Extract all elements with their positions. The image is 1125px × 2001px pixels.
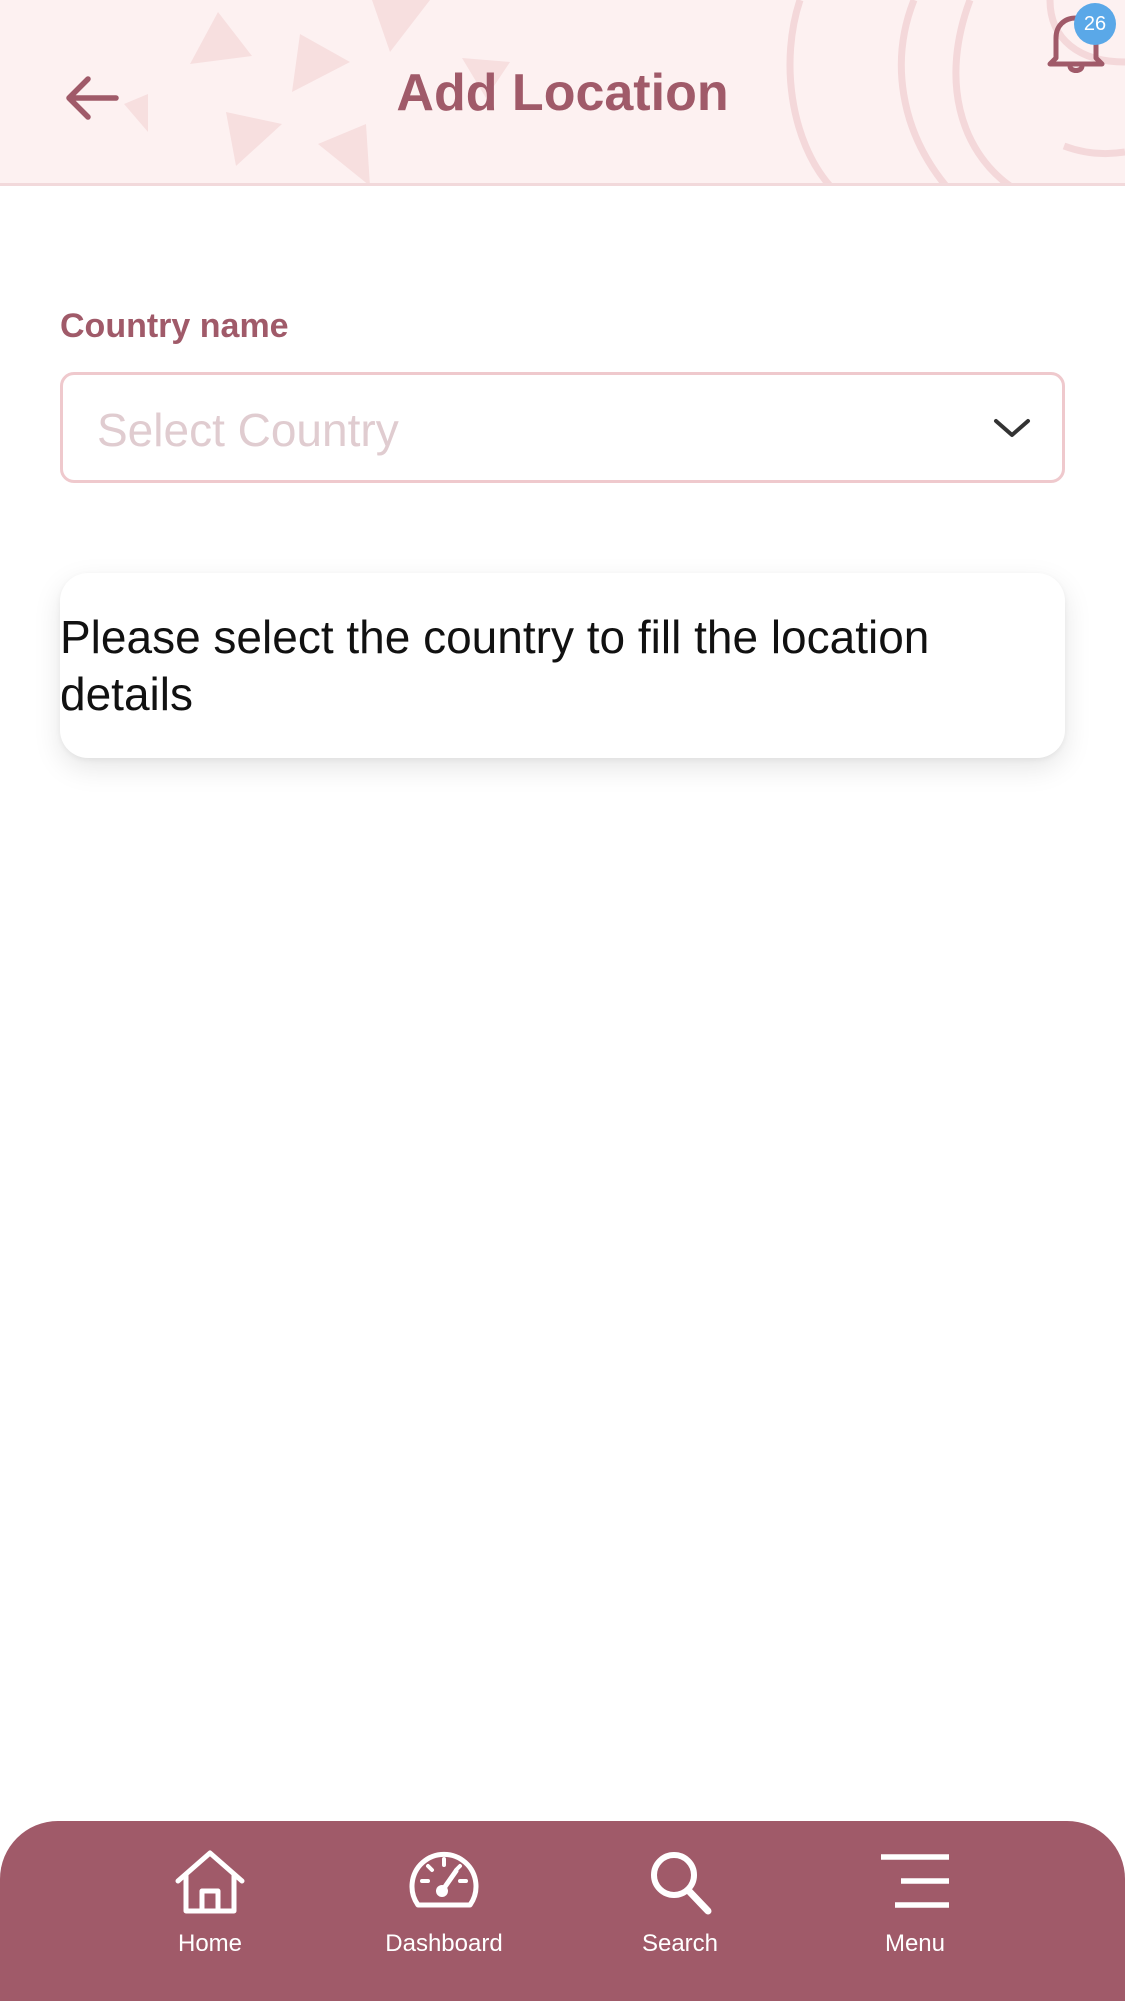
info-card: Please select the country to fill the lo… [60, 573, 1065, 758]
nav-item-dashboard[interactable]: Dashboard [354, 1847, 534, 1987]
nav-item-home[interactable]: Home [120, 1847, 300, 1987]
nav-label-menu: Menu [884, 1930, 946, 1957]
bottom-navigation-bar: Home Dashboard Search Menu [0, 1821, 1125, 2001]
header-bar: Add Location 26 [0, 0, 1125, 186]
search-icon [651, 1852, 712, 1915]
country-select-dropdown[interactable]: Select Country [60, 372, 1065, 483]
notification-count-badge: 26 [1074, 3, 1116, 45]
nav-label-search: Search [641, 1930, 719, 1957]
home-icon [175, 1850, 245, 1914]
page-title: Add Location [396, 64, 729, 122]
speedometer-icon [409, 1851, 479, 1908]
nav-label-dashboard: Dashboard [385, 1930, 503, 1957]
chevron-down-icon [994, 419, 1030, 437]
nav-label-home: Home [177, 1930, 243, 1957]
country-name-label: Country name [60, 307, 289, 345]
nav-item-menu[interactable]: Menu [825, 1847, 1005, 1987]
select-country-placeholder: Select Country [97, 404, 399, 456]
add-location-screen: Add Location 26 Country name Select Coun… [0, 0, 1125, 2001]
menu-icon [881, 1854, 949, 1908]
nav-item-search[interactable]: Search [590, 1847, 770, 1987]
info-message: Please select the country to fill the lo… [60, 611, 930, 720]
